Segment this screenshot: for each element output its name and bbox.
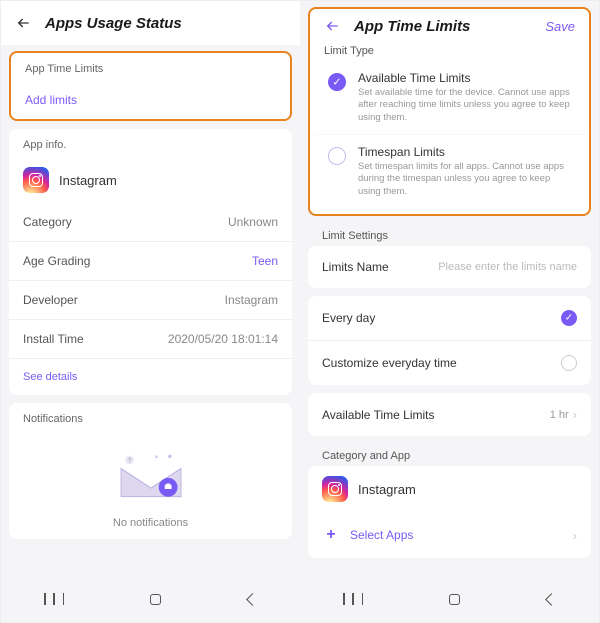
android-nav-bar bbox=[300, 582, 599, 616]
radio-unchecked-icon bbox=[328, 147, 346, 165]
home-icon[interactable] bbox=[150, 594, 161, 605]
label: Limits Name bbox=[322, 260, 389, 274]
limit-type-card: App Time Limits Save Limit Type Availabl… bbox=[308, 7, 591, 216]
label: Developer bbox=[23, 293, 78, 307]
back-nav-icon[interactable] bbox=[547, 595, 556, 604]
page-title: Apps Usage Status bbox=[45, 15, 286, 32]
value: 2020/05/20 18:01:14 bbox=[168, 332, 278, 346]
option-desc: Set available time for the device. Canno… bbox=[358, 87, 571, 124]
label: Customize everyday time bbox=[322, 356, 457, 370]
select-apps-row[interactable]: + Select Apps › bbox=[308, 512, 591, 558]
value: Instagram bbox=[225, 293, 278, 307]
label: Select Apps bbox=[350, 528, 563, 542]
option-title: Timespan Limits bbox=[358, 145, 571, 159]
available-time-limits-row[interactable]: Available Time Limits 1 hr › bbox=[308, 393, 591, 436]
header-left: Apps Usage Status bbox=[1, 1, 300, 45]
recents-icon[interactable] bbox=[343, 593, 363, 605]
plus-icon: + bbox=[322, 526, 340, 544]
label: Every day bbox=[322, 311, 375, 325]
check-on-icon bbox=[561, 310, 577, 326]
label: Install Time bbox=[23, 332, 84, 346]
instagram-icon bbox=[23, 167, 49, 193]
available-time-limits-option[interactable]: Available Time Limits Set available time… bbox=[314, 61, 585, 135]
value: 1 hr bbox=[550, 409, 569, 421]
developer-row: Developer Instagram bbox=[9, 281, 292, 320]
category-app-heading: Category and App bbox=[308, 444, 591, 466]
see-details-link[interactable]: See details bbox=[9, 359, 292, 395]
no-notifications-text: No notifications bbox=[9, 517, 292, 529]
card-heading: Notifications bbox=[9, 403, 292, 431]
back-nav-icon[interactable] bbox=[248, 595, 257, 604]
page-title: App Time Limits bbox=[354, 18, 533, 35]
android-nav-bar bbox=[1, 582, 300, 616]
label: Available Time Limits bbox=[322, 408, 435, 422]
back-icon[interactable] bbox=[15, 14, 33, 32]
app-name: Instagram bbox=[59, 173, 117, 188]
app-name: Instagram bbox=[358, 482, 416, 497]
label: Category bbox=[23, 215, 72, 229]
schedule-card: Every day Customize everyday time bbox=[308, 296, 591, 385]
add-limits-link[interactable]: Add limits bbox=[11, 81, 290, 119]
app-time-limits-card: App Time Limits Add limits bbox=[9, 51, 292, 121]
available-time-limits-card: Available Time Limits 1 hr › bbox=[308, 393, 591, 436]
limit-settings-heading: Limit Settings bbox=[308, 224, 591, 246]
option-desc: Set timespan limits for all apps. Cannot… bbox=[358, 161, 571, 198]
app-info-card: App info. Instagram Category Unknown Age… bbox=[9, 129, 292, 395]
label: Age Grading bbox=[23, 254, 90, 268]
limits-name-input[interactable]: Limits Name Please enter the limits name bbox=[308, 246, 591, 288]
instagram-icon bbox=[322, 476, 348, 502]
card-heading: App info. bbox=[9, 129, 292, 157]
home-icon[interactable] bbox=[449, 594, 460, 605]
category-row: Category Unknown bbox=[9, 203, 292, 242]
category-app-card: Instagram + Select Apps › bbox=[308, 466, 591, 558]
selected-app-row[interactable]: Instagram bbox=[308, 466, 591, 512]
recents-icon[interactable] bbox=[44, 593, 64, 605]
check-off-icon bbox=[561, 355, 577, 371]
back-icon[interactable] bbox=[324, 17, 342, 35]
limit-type-heading: Limit Type bbox=[310, 39, 589, 61]
chevron-right-icon: › bbox=[573, 528, 577, 543]
header-right: App Time Limits Save bbox=[310, 9, 589, 39]
radio-checked-icon bbox=[328, 73, 346, 91]
option-title: Available Time Limits bbox=[358, 71, 571, 85]
chevron-right-icon: › bbox=[573, 407, 577, 422]
save-button[interactable]: Save bbox=[545, 19, 575, 34]
notifications-card: Notifications ? No notifications bbox=[9, 403, 292, 539]
placeholder: Please enter the limits name bbox=[438, 261, 577, 273]
customize-everyday-option[interactable]: Customize everyday time bbox=[308, 341, 591, 385]
limits-name-card: Limits Name Please enter the limits name bbox=[308, 246, 591, 288]
install-time-row: Install Time 2020/05/20 18:01:14 bbox=[9, 320, 292, 359]
value: Unknown bbox=[228, 215, 278, 229]
empty-notifications-icon: ? bbox=[106, 447, 196, 507]
app-row[interactable]: Instagram bbox=[9, 157, 292, 203]
value: Teen bbox=[252, 254, 278, 268]
timespan-limits-option[interactable]: Timespan Limits Set timespan limits for … bbox=[314, 135, 585, 208]
age-grading-row: Age Grading Teen bbox=[9, 242, 292, 281]
card-heading: App Time Limits bbox=[11, 53, 290, 81]
every-day-option[interactable]: Every day bbox=[308, 296, 591, 341]
